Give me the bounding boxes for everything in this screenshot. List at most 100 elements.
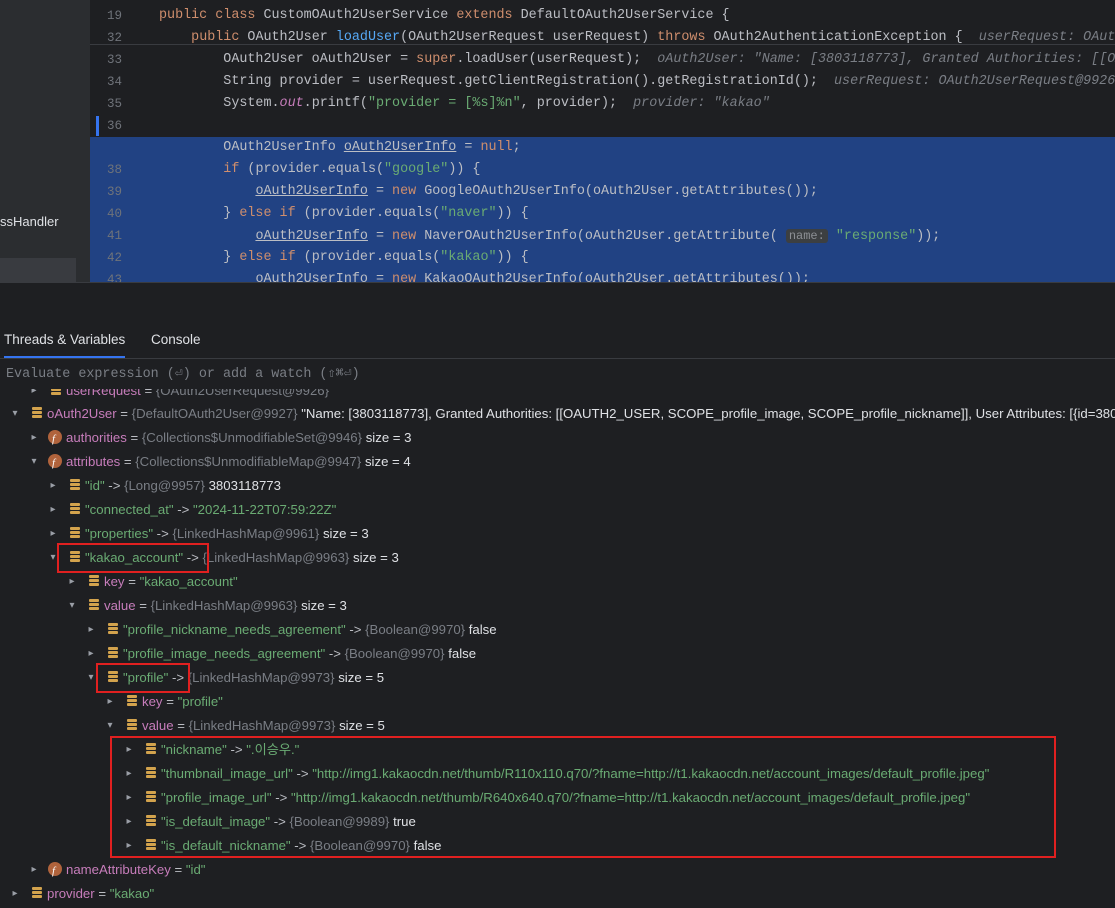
code-line[interactable]: 38 if (provider.equals("google")) { — [90, 159, 1115, 181]
code-line[interactable]: 36 — [90, 115, 1115, 137]
variable-operator: -> — [153, 526, 173, 541]
code-token: OAuth2User — [247, 30, 336, 45]
chevron-right-icon[interactable]: ▸ — [28, 858, 40, 882]
variable-name: "id" — [85, 478, 105, 493]
chevron-down-icon[interactable]: ▾ — [28, 450, 40, 474]
variable-value: size = 5 — [335, 718, 385, 733]
variable-row[interactable]: ▸ "id" -> {Long@9957} 3803118773 — [0, 474, 1115, 498]
code-line[interactable]: OAuth2UserInfo oAuth2UserInfo = null; — [90, 137, 1115, 159]
field-icon — [127, 695, 137, 709]
chevron-right-icon[interactable]: ▸ — [85, 618, 97, 642]
variable-operator: = — [120, 454, 136, 469]
line-number[interactable]: 35 — [90, 93, 122, 115]
code-line[interactable]: 40 } else if (provider.equals("naver")) … — [90, 203, 1115, 225]
variable-row[interactable]: ▾ attributes = {Collections$UnmodifiableM… — [0, 450, 1115, 475]
code-token: loadUser — [335, 30, 401, 45]
line-number[interactable]: 43 — [90, 269, 122, 282]
code-token: oAuth2UserInfo — [255, 272, 368, 282]
tab-console[interactable]: Console — [151, 322, 201, 358]
variable-row[interactable]: ▸ provider = "kakao" — [0, 882, 1115, 906]
variable-value: "profile" — [177, 694, 223, 709]
variable-operator: = — [173, 718, 189, 733]
chevron-right-icon[interactable]: ▸ — [47, 474, 59, 498]
code-line[interactable]: 34 String provider = userRequest.getClie… — [90, 71, 1115, 93]
code-editor[interactable]: 19 public class CustomOAuth2UserService e… — [90, 0, 1115, 282]
variable-text: key = "kakao_account" — [104, 570, 238, 594]
line-number[interactable]: 42 — [90, 247, 122, 269]
chevron-right-icon[interactable]: ▸ — [66, 570, 78, 594]
code-line[interactable]: 33 OAuth2User oAuth2User = super.loadUse… — [90, 49, 1115, 71]
chevron-right-icon[interactable]: ▸ — [47, 498, 59, 522]
code-text: if (provider.equals("google")) { — [159, 159, 480, 181]
code-line[interactable]: 19 public class CustomOAuth2UserService e… — [90, 5, 1115, 27]
highlight-box — [57, 543, 209, 573]
chevron-right-icon[interactable]: ▸ — [104, 690, 116, 714]
code-token: = — [456, 140, 481, 155]
line-number[interactable]: 33 — [90, 49, 122, 71]
field-icon — [127, 719, 137, 733]
chevron-right-icon[interactable]: ▸ — [9, 882, 21, 906]
code-line[interactable]: 35 System.out.printf("provider = [%s]%n"… — [90, 93, 1115, 115]
line-number[interactable]: 38 — [90, 159, 122, 181]
code-line[interactable]: 42 } else if (provider.equals("kakao")) … — [90, 247, 1115, 269]
code-token: )); — [916, 229, 941, 244]
variable-row[interactable]: ▾ value = {LinkedHashMap@9963} size = 3 — [0, 594, 1115, 618]
evaluate-expression-input[interactable] — [0, 359, 1106, 389]
field-icon — [51, 389, 61, 398]
variable-row[interactable]: ▸ "profile_nickname_needs_agreement" -> {… — [0, 618, 1115, 642]
field-icon — [108, 647, 118, 661]
line-number[interactable]: 39 — [90, 181, 122, 203]
variable-name: value — [104, 598, 136, 613]
variable-text: provider = "kakao" — [47, 882, 154, 906]
variable-text: value = {LinkedHashMap@9963} size = 3 — [104, 594, 347, 618]
variable-name: "profile_image_needs_agreement" — [123, 646, 326, 661]
variable-row[interactable]: ▸ "connected_at" -> "2024-11-22T07:59:22Z… — [0, 498, 1115, 522]
variable-row[interactable]: ▸ userRequest = {OAuth2UserRequest@9926} — [0, 389, 1115, 403]
code-token: new — [392, 272, 425, 282]
code-token: userRequest: OAuth2UserRequest@9926 — [834, 74, 1115, 89]
variable-reference: {OAuth2UserRequest@9926} — [155, 389, 330, 398]
variable-operator: -> — [104, 478, 125, 493]
code-token: (OAuth2UserRequest userRequest) — [400, 30, 658, 45]
variable-row[interactable]: ▾ oAuth2User = {DefaultOAuth2User@9927} "… — [0, 402, 1115, 426]
line-number[interactable]: 19 — [90, 5, 122, 27]
code-line[interactable]: 43 oAuth2UserInfo = new KakaoOAuth2UserI… — [90, 269, 1115, 282]
code-token: else if — [239, 206, 304, 221]
variable-row[interactable]: ▸ key = "profile" — [0, 690, 1115, 714]
code-token: "response" — [835, 229, 917, 244]
tab-threads-variables[interactable]: Threads & Variables — [4, 322, 126, 358]
highlight-box — [96, 663, 190, 693]
project-panel: ssHandler — [0, 0, 90, 282]
variable-row[interactable]: ▸ key = "kakao_account" — [0, 570, 1115, 594]
code-line[interactable]: 39 oAuth2UserInfo = new GoogleOAuth2User… — [90, 181, 1115, 203]
variable-row[interactable]: ▾ value = {LinkedHashMap@9973} size = 5 — [0, 714, 1115, 738]
code-line[interactable]: 41 oAuth2UserInfo = new NaverOAuth2UserI… — [90, 225, 1115, 247]
line-number[interactable]: 41 — [90, 225, 122, 247]
line-number[interactable]: 36 — [90, 115, 122, 137]
code-line[interactable]: 32 public OAuth2User loadUser(OAuth2User… — [90, 27, 1115, 49]
chevron-right-icon[interactable]: ▸ — [28, 389, 40, 403]
chevron-down-icon[interactable]: ▾ — [104, 714, 116, 738]
code-token: public — [191, 30, 248, 45]
variable-reference: {Boolean@9970} — [344, 646, 445, 661]
variable-text: "connected_at" -> "2024-11-22T07:59:22Z" — [85, 498, 336, 522]
variable-reference: {LinkedHashMap@9963} — [202, 550, 350, 565]
code-token: else if — [239, 250, 304, 265]
variable-row[interactable]: ▸ authorities = {Collections$Unmodifiable… — [0, 426, 1115, 451]
code-text: oAuth2UserInfo = new KakaoOAuth2UserInfo… — [159, 269, 809, 282]
line-number[interactable]: 34 — [90, 71, 122, 93]
variable-name: provider — [47, 886, 95, 901]
variable-row[interactable]: ▸ nameAttributeKey = "id" — [0, 858, 1115, 883]
variable-name: attributes — [66, 454, 121, 469]
chevron-right-icon[interactable]: ▸ — [28, 426, 40, 450]
chevron-down-icon[interactable]: ▾ — [66, 594, 78, 618]
chevron-down-icon[interactable]: ▾ — [9, 402, 21, 426]
code-token: null — [480, 140, 513, 155]
code-text: oAuth2UserInfo = new GoogleOAuth2UserInf… — [159, 181, 818, 203]
project-item-label[interactable]: ssHandler — [0, 214, 59, 229]
line-number[interactable]: 40 — [90, 203, 122, 225]
line-number[interactable]: 32 — [90, 27, 122, 49]
variable-text: "id" -> {Long@9957} 3803118773 — [85, 474, 281, 498]
